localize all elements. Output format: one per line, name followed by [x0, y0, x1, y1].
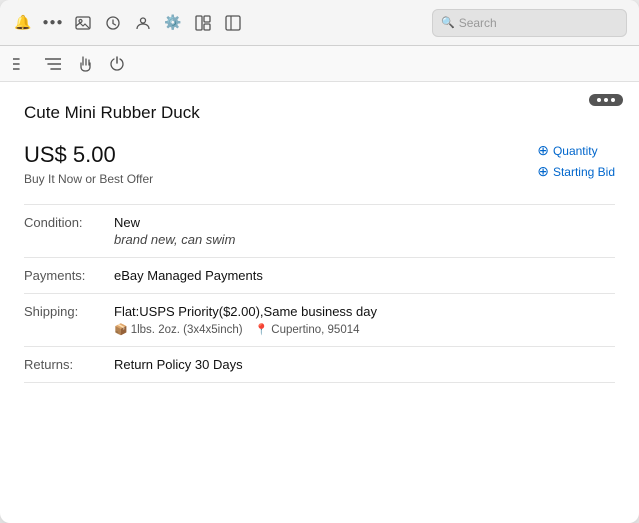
condition-row: Condition: New brand new, can swim [24, 205, 615, 258]
price-actions: ⊕ Quantity ⊕ Starting Bid [537, 142, 615, 180]
power-icon[interactable] [106, 53, 128, 75]
more-dots-icon[interactable]: ●●● [42, 12, 64, 34]
location-icon: 📍 [255, 323, 269, 336]
content-area: Cute Mini Rubber Duck US$ 5.00 Buy It No… [0, 82, 639, 523]
gear-icon[interactable]: ⚙️ [162, 12, 184, 34]
shipping-weight-item: 📦 1lbs. 2oz. (3x4x5inch) [114, 323, 243, 336]
starting-bid-label: Starting Bid [553, 165, 615, 179]
toolbar: 🔔 ●●● ⚙️ [0, 0, 639, 46]
search-icon: 🔍 [441, 16, 455, 29]
shipping-value: Flat:USPS Priority($2.00),Same business … [114, 304, 615, 336]
price-subtitle: Buy It Now or Best Offer [24, 172, 153, 186]
condition-label: Condition: [24, 215, 114, 247]
grid-icon[interactable] [192, 12, 214, 34]
person-icon[interactable] [132, 12, 154, 34]
shipping-main: Flat:USPS Priority($2.00),Same business … [114, 304, 377, 319]
payments-value: eBay Managed Payments [114, 268, 615, 283]
payments-row: Payments: eBay Managed Payments [24, 258, 615, 294]
clock-icon[interactable] [102, 12, 124, 34]
search-bar[interactable]: 🔍 [432, 9, 627, 37]
secondary-toolbar [0, 46, 639, 82]
more-button[interactable] [589, 94, 623, 106]
quantity-plus-icon: ⊕ [537, 142, 549, 159]
shipping-row: Shipping: Flat:USPS Priority($2.00),Same… [24, 294, 615, 347]
dot-1 [597, 98, 601, 102]
dot-3 [611, 98, 615, 102]
main-window: 🔔 ●●● ⚙️ [0, 0, 639, 523]
condition-note: brand new, can swim [114, 232, 615, 247]
returns-value: Return Policy 30 Days [114, 357, 615, 372]
product-title: Cute Mini Rubber Duck [24, 102, 615, 124]
payments-label: Payments: [24, 268, 114, 283]
indent-view-icon[interactable] [42, 53, 64, 75]
layout-icon[interactable] [222, 12, 244, 34]
hand-icon[interactable] [74, 53, 96, 75]
search-input[interactable] [459, 16, 618, 30]
shipping-sub-details: 📦 1lbs. 2oz. (3x4x5inch) 📍 Cupertino, 95… [114, 323, 615, 336]
image-icon[interactable] [72, 12, 94, 34]
quantity-label: Quantity [553, 144, 598, 158]
package-icon: 📦 [114, 323, 128, 336]
bell-icon[interactable]: 🔔 [12, 12, 34, 34]
price-left: US$ 5.00 Buy It Now or Best Offer [24, 142, 153, 186]
returns-label: Returns: [24, 357, 114, 372]
price-section: US$ 5.00 Buy It Now or Best Offer ⊕ Quan… [24, 142, 615, 186]
details-table: Condition: New brand new, can swim Payme… [24, 204, 615, 383]
dot-2 [604, 98, 608, 102]
list-view-icon[interactable] [10, 53, 32, 75]
shipping-label: Shipping: [24, 304, 114, 336]
starting-bid-plus-icon: ⊕ [537, 163, 549, 180]
price-value: US$ 5.00 [24, 142, 153, 168]
starting-bid-action[interactable]: ⊕ Starting Bid [537, 163, 615, 180]
condition-value: New brand new, can swim [114, 215, 615, 247]
shipping-weight: 1lbs. 2oz. (3x4x5inch) [131, 324, 243, 336]
shipping-location: Cupertino, 95014 [271, 324, 359, 336]
condition-main: New [114, 215, 140, 230]
quantity-action[interactable]: ⊕ Quantity [537, 142, 597, 159]
shipping-location-item: 📍 Cupertino, 95014 [255, 323, 360, 336]
returns-row: Returns: Return Policy 30 Days [24, 347, 615, 383]
